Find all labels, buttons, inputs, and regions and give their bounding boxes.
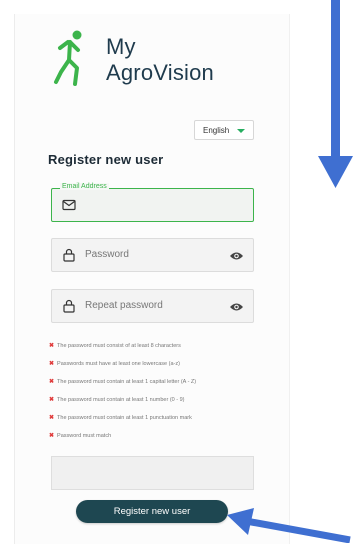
rule-item: ✖ The password must consist of at least 8…: [49, 343, 181, 349]
brand-line-2: AgroVision: [106, 60, 214, 85]
lock-icon: [62, 248, 76, 267]
lock-icon: [62, 299, 76, 318]
brand-name: My AgroVision: [106, 34, 214, 86]
password-placeholder: Password: [85, 249, 129, 260]
brand-line-1: My: [106, 34, 136, 59]
register-button[interactable]: Register new user: [76, 500, 228, 523]
rule-item: ✖ Passwords must have at least one lowerc…: [49, 361, 180, 367]
email-label: Email Address: [60, 183, 109, 190]
captcha-box[interactable]: [51, 456, 254, 490]
error-x-icon: ✖: [49, 397, 55, 403]
error-x-icon: ✖: [49, 433, 55, 439]
email-field[interactable]: Email Address: [51, 183, 254, 222]
page-title: Register new user: [48, 152, 164, 167]
caret-down-icon: [237, 129, 245, 133]
password-field[interactable]: Password: [51, 238, 254, 272]
error-x-icon: ✖: [49, 343, 55, 349]
repeat-password-placeholder: Repeat password: [85, 300, 163, 311]
rule-item: ✖ Password must match: [49, 433, 112, 439]
error-x-icon: ✖: [49, 415, 55, 421]
rule-item: ✖ The password must contain at least 1 nu…: [49, 397, 185, 403]
error-x-icon: ✖: [49, 361, 55, 367]
runner-logo-icon: [50, 28, 94, 88]
eye-icon[interactable]: [229, 249, 244, 267]
rule-item: ✖ The password must contain at least 1 ca…: [49, 379, 197, 385]
repeat-password-field[interactable]: Repeat password: [51, 289, 254, 323]
error-x-icon: ✖: [49, 379, 55, 385]
mail-icon: [62, 198, 76, 216]
eye-icon[interactable]: [229, 300, 244, 318]
language-selected: English: [203, 125, 230, 135]
language-select[interactable]: English: [194, 120, 254, 140]
rule-item: ✖ The password must contain at least 1 pu…: [49, 415, 192, 421]
